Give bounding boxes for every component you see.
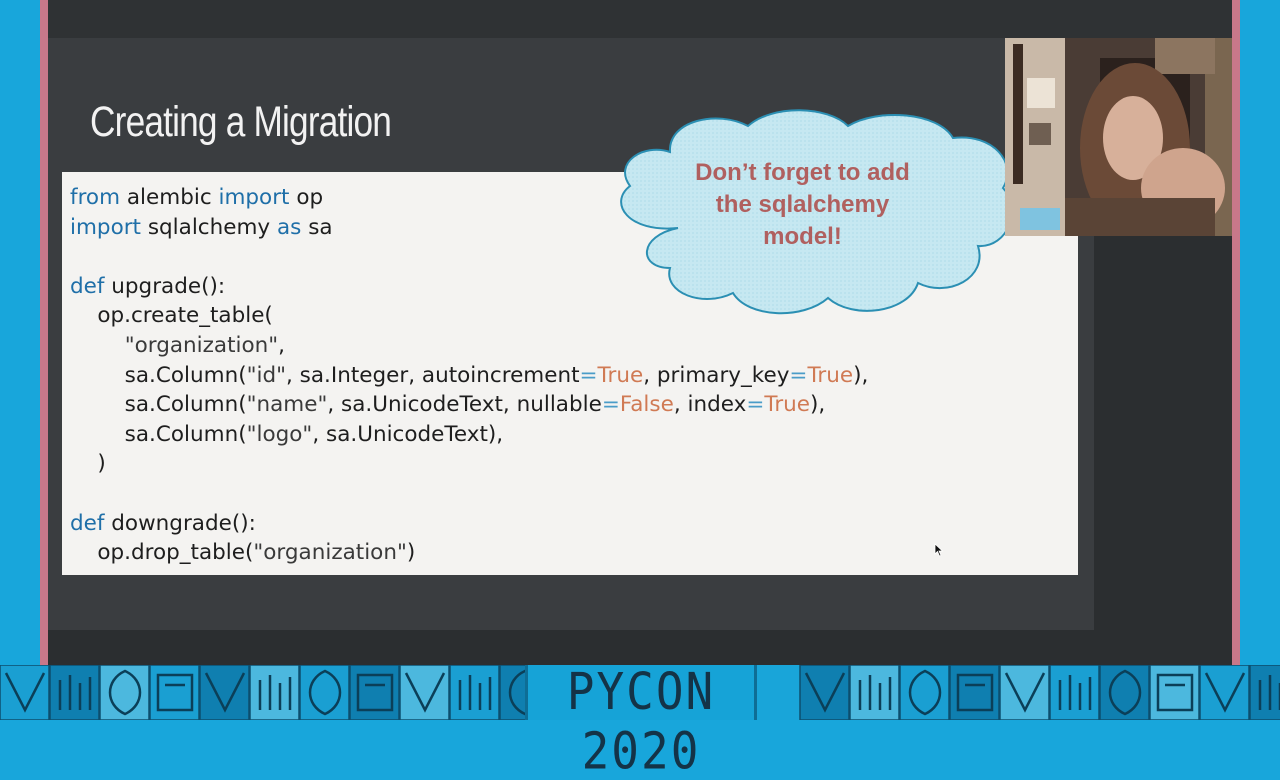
code-token: , sa.UnicodeText), <box>312 421 504 447</box>
code-token: ), <box>810 392 826 418</box>
code-line: op.create_table( <box>70 303 273 329</box>
code-token: True <box>597 362 644 388</box>
footer-tile <box>1049 665 1100 720</box>
code-token: downgrade(): <box>104 510 256 536</box>
code-token: = <box>579 362 598 388</box>
callout-text: Don’t forget to add the sqlalchemy model… <box>650 157 955 253</box>
code-token: "organization" <box>124 332 279 358</box>
code-token: op.drop_table( <box>70 540 254 566</box>
code-token: True <box>807 362 854 388</box>
code-token: sa.Column( <box>70 392 247 418</box>
code-token: , sa.UnicodeText, nullable <box>327 392 602 418</box>
code-token: "logo" <box>246 421 313 447</box>
speaker-webcam <box>1005 38 1232 236</box>
code-token: def <box>70 510 105 536</box>
footer-tile <box>249 665 300 720</box>
right-border <box>1232 0 1240 665</box>
mouse-cursor-icon <box>934 543 944 557</box>
code-token: sa.Column( <box>70 362 247 388</box>
code-line: ) <box>70 451 106 477</box>
code-token: , index <box>673 392 747 418</box>
code-line: sa.Column("logo", sa.UnicodeText), <box>70 422 503 447</box>
code-line: sa.Column("id", sa.Integer, autoincremen… <box>70 362 869 388</box>
slide-title: Creating a Migration <box>90 98 392 146</box>
code-token: sa.Column( <box>70 421 247 447</box>
footer-tile <box>449 665 500 720</box>
pycon-logo-text: PYCON 2020 <box>566 661 716 780</box>
code-token: = <box>601 392 620 418</box>
code-token: ) <box>406 540 416 566</box>
code-token: sqlalchemy <box>141 214 277 240</box>
code-token: , sa.Integer, autoincrement <box>286 362 580 388</box>
footer-tile <box>49 665 100 720</box>
callout-line: model! <box>763 223 842 250</box>
code-token: "organization" <box>253 540 407 566</box>
code-token: op <box>289 185 324 210</box>
code-token: ) <box>70 451 106 477</box>
callout-line: the sqlalchemy <box>715 191 890 218</box>
code-token: from <box>70 185 121 210</box>
code-line: def downgrade(): <box>70 511 256 536</box>
left-border <box>40 0 48 665</box>
footer-tile <box>299 665 350 720</box>
code-token: , primary_key <box>643 362 790 388</box>
code-token: import <box>70 214 141 240</box>
footer-tile <box>1099 665 1150 720</box>
footer-tile <box>1249 665 1280 720</box>
code-line: sa.Column("name", sa.UnicodeText, nullab… <box>70 392 826 418</box>
code-token: "id" <box>246 362 287 388</box>
code-token: True <box>764 392 811 418</box>
code-token: ), <box>853 362 869 388</box>
footer-tile <box>849 665 900 720</box>
code-token: False <box>619 392 674 418</box>
code-token: alembic <box>120 185 219 210</box>
code-token: sa <box>301 214 333 240</box>
code-token: = <box>789 362 808 388</box>
window-top-bar <box>40 0 1240 38</box>
pycon-logo: PYCON 2020 <box>525 662 757 780</box>
code-token: op.create_table( <box>70 303 273 329</box>
code-line: op.drop_table("organization") <box>70 540 415 565</box>
code-token: as <box>276 214 302 240</box>
code-token: = <box>746 392 765 418</box>
code-line: def upgrade(): <box>70 274 225 299</box>
code-token: def <box>70 273 105 299</box>
code-token: "name" <box>246 392 328 418</box>
footer-tile <box>99 665 150 720</box>
code-token: , <box>278 332 285 358</box>
code-line: "organization", <box>70 333 285 358</box>
code-line: import sqlalchemy as sa <box>70 215 333 240</box>
code-line: from alembic import op <box>70 185 323 210</box>
footer-tile <box>899 665 950 720</box>
code-token: import <box>218 185 290 210</box>
callout-line: Don’t forget to add <box>695 159 910 186</box>
code-token: upgrade(): <box>104 273 226 299</box>
